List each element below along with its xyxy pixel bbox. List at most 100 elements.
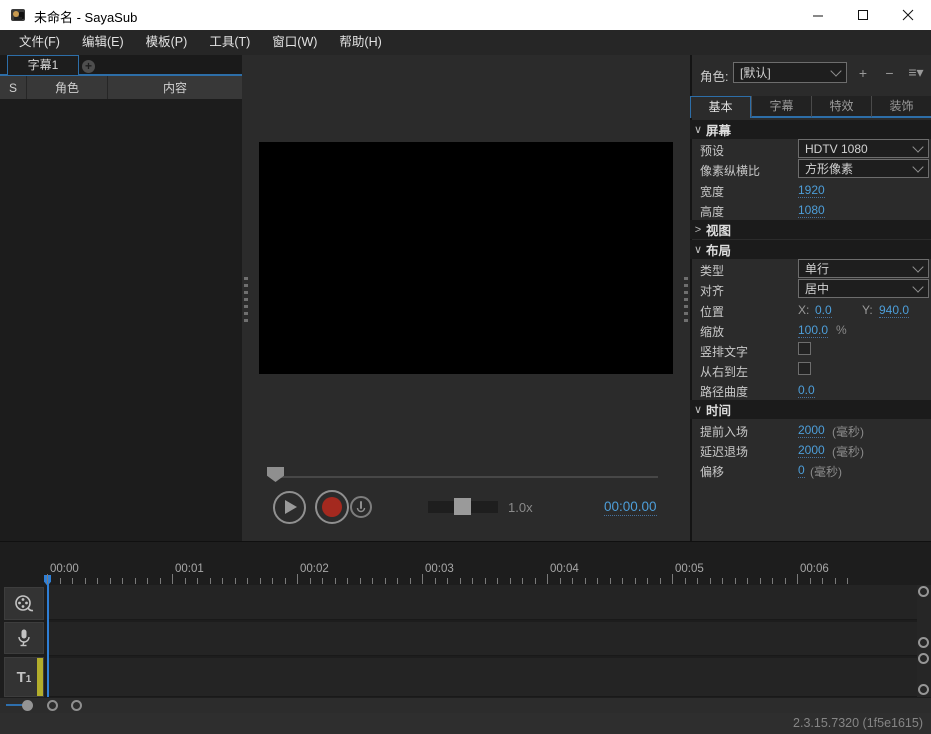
timeline-tick [210,578,211,584]
timeline-zoom-bar [0,698,931,713]
remove-role-button[interactable]: − [879,65,901,81]
height-value[interactable]: 1080 [798,203,825,218]
lead-in-value[interactable]: 2000 [798,423,825,438]
timeline-time-label: 00:04 [550,563,579,575]
video-track-header[interactable] [4,587,44,620]
role-list-button[interactable]: ≡▾ [905,64,927,81]
lead-out-value[interactable]: 2000 [798,443,825,458]
role-dropdown[interactable]: [默认] [733,62,847,83]
zoom-slider-thumb[interactable] [22,700,33,711]
video-preview[interactable] [259,142,673,374]
tab-subtitle-1[interactable]: 字幕1 [7,55,79,75]
subtitle-grid-body[interactable] [0,99,242,541]
record-button[interactable] [315,490,349,524]
timeline-tick [797,574,798,584]
timeline-time-label: 00:03 [425,563,454,575]
subtitle-grid-header: S 角色 内容 [0,76,242,99]
speed-slider-handle[interactable] [454,498,471,515]
section-title: 时间 [706,400,731,419]
column-header-s[interactable]: S [0,76,27,99]
row-path-curve: 路径曲度 0.0 [690,380,931,400]
right-splitter-handle[interactable] [684,277,688,323]
tab-effects[interactable]: 特效 [811,96,871,118]
column-header-role[interactable]: 角色 [27,76,108,99]
section-layout[interactable]: ∨ 布局 [690,240,931,259]
audio-track-header[interactable] [4,622,44,654]
offset-label: 偏移 [700,463,724,480]
left-splitter-handle[interactable] [244,277,248,323]
timeline-tick [322,578,323,584]
audio-track-lane[interactable] [47,622,917,656]
row-vertical-text: 竖排文字 [690,340,931,360]
tap-mode-button[interactable] [350,496,372,518]
timeline-tick [785,578,786,584]
tab-basic[interactable]: 基本 [690,96,751,118]
zoom-slider-track[interactable] [6,704,23,706]
section-screen[interactable]: ∨ 屏幕 [690,120,931,139]
subtitle-track-icon: T1 [17,669,32,686]
timeline-tick [47,574,48,584]
row-scale: 缩放 100.0 % [690,320,931,340]
play-button[interactable] [273,491,306,524]
rtl-checkbox[interactable] [798,362,811,375]
preset-dropdown[interactable]: HDTV 1080 [798,139,929,158]
menu-bar: 文件(F) 编辑(E) 模板(P) 工具(T) 窗口(W) 帮助(H) [0,30,931,55]
pos-x-value[interactable]: 0.0 [815,303,832,318]
menu-edit[interactable]: 编辑(E) [71,30,135,55]
pixel-aspect-dropdown[interactable]: 方形像素 [798,159,929,178]
title-bar[interactable]: 未命名 - SayaSub [0,0,931,31]
timeline-tick [160,578,161,584]
close-button[interactable] [885,0,930,30]
chevron-down-icon [830,65,841,76]
tab-decoration[interactable]: 装饰 [871,96,931,118]
menu-tools[interactable]: 工具(T) [198,30,261,55]
chevron-right-icon: > [690,224,706,236]
menu-help[interactable]: 帮助(H) [328,30,392,55]
section-time[interactable]: ∨ 时间 [690,400,931,419]
row-rtl: 从右到左 [690,360,931,380]
tab-subtitle[interactable]: 字幕 [751,96,811,118]
track-scroll-strip[interactable] [917,585,931,697]
timeline-tick [297,574,298,584]
type-dropdown[interactable]: 单行 [798,259,929,278]
menu-template[interactable]: 模板(P) [135,30,199,55]
subtitle-track-lane[interactable] [47,658,917,697]
seek-bar[interactable] [270,476,658,478]
timeline-tick [110,578,111,584]
video-track-lane[interactable] [47,585,917,620]
menu-file[interactable]: 文件(F) [8,30,71,55]
section-view[interactable]: > 视图 [690,220,931,239]
timeline-tick [122,578,123,584]
track-resize-handle[interactable] [918,653,929,664]
timeline-tick [60,578,61,584]
timeline-tick [497,578,498,584]
column-header-content[interactable]: 内容 [108,76,242,99]
track-resize-handle[interactable] [918,637,929,648]
add-role-button[interactable]: + [852,65,874,81]
height-label: 高度 [700,203,724,220]
menu-window[interactable]: 窗口(W) [261,30,328,55]
timeline-tick [360,578,361,584]
window-title: 未命名 - SayaSub [34,7,137,26]
offset-value[interactable]: 0 [798,463,805,478]
minimize-button[interactable] [795,0,840,30]
offset-unit: (毫秒) [810,463,842,480]
add-tab-button[interactable]: + [82,60,95,73]
chevron-down-icon: ∨ [690,243,706,256]
row-lead-in: 提前入场 2000 (毫秒) [690,420,931,440]
property-tabs: 基本 字幕 特效 装饰 [690,96,931,118]
maximize-button[interactable] [840,0,885,30]
zoom-in-handle[interactable] [71,700,82,711]
zoom-out-handle[interactable] [47,700,58,711]
preset-label: 预设 [700,142,724,159]
timeline-tick [85,578,86,584]
align-dropdown[interactable]: 居中 [798,279,929,298]
track-resize-handle[interactable] [918,586,929,597]
vertical-text-checkbox[interactable] [798,342,811,355]
path-curve-value[interactable]: 0.0 [798,383,815,398]
width-value[interactable]: 1920 [798,183,825,198]
track-resize-handle[interactable] [918,684,929,695]
pos-y-value[interactable]: 940.0 [879,303,909,318]
scale-value[interactable]: 100.0 [798,323,828,338]
current-time[interactable]: 00:00.00 [604,499,657,516]
